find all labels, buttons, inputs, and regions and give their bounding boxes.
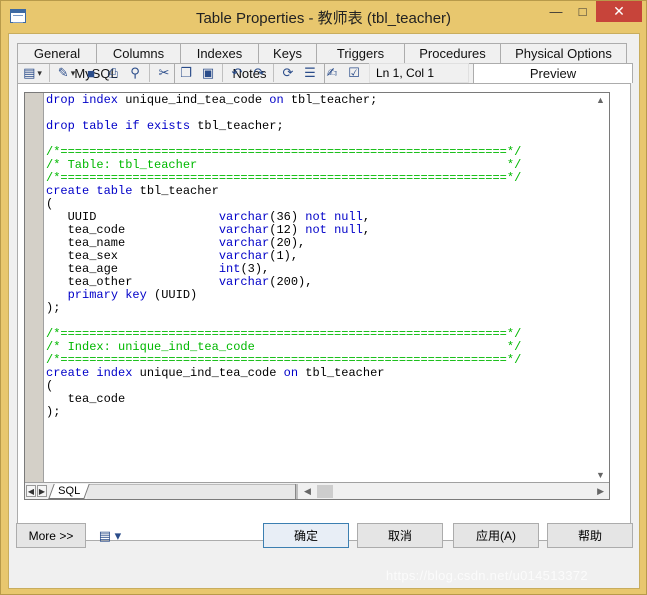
sql-sheet-tab-label: SQL xyxy=(58,484,81,497)
preview-list-icon[interactable]: ☰ xyxy=(299,62,321,84)
code-line: create index unique_ind_tea_code on tbl_… xyxy=(46,366,385,380)
sheet-next-icon[interactable]: ▶ xyxy=(37,485,47,497)
tab-columns[interactable]: Columns xyxy=(96,43,181,63)
sql-code[interactable]: drop index unique_ind_tea_code on tbl_te… xyxy=(45,94,593,480)
refresh-icon[interactable]: ⟳ xyxy=(277,62,299,84)
tab-keys[interactable]: Keys xyxy=(258,43,317,63)
properties-dropdown-icon[interactable]: ▤ xyxy=(19,62,46,84)
find-icon[interactable]: ⚲ xyxy=(124,62,146,84)
tab-row-1: General Columns Indexes Keys Triggers Pr… xyxy=(17,43,627,63)
ok-button[interactable]: 确定 xyxy=(263,523,349,548)
scroll-up-icon[interactable]: ▲ xyxy=(596,95,605,105)
undo-icon[interactable]: ↶ xyxy=(226,62,248,84)
edit-script-icon[interactable]: ✍ xyxy=(321,62,343,84)
code-line: drop table if exists tbl_teacher; xyxy=(46,119,284,133)
code-line: ( xyxy=(46,379,54,393)
horizontal-scrollbar[interactable]: ◀ ▶ xyxy=(295,483,609,499)
scroll-left-icon[interactable]: ◀ xyxy=(304,486,311,497)
toolbar-divider xyxy=(273,64,274,82)
redo-icon[interactable]: ↷ xyxy=(248,62,270,84)
watermark: https://blog.csdn.net/u014513372 xyxy=(386,568,588,583)
check-icon[interactable]: ☑ xyxy=(343,62,365,84)
edit-dropdown-icon[interactable]: ✎ xyxy=(53,62,80,84)
copy-icon[interactable]: ❐ xyxy=(175,62,197,84)
paste-icon[interactable]: ▣ xyxy=(197,62,219,84)
scroll-thumb[interactable] xyxy=(316,484,333,498)
more-button[interactable]: More >> xyxy=(16,523,86,548)
table-properties-window: Table Properties - 教师表 (tbl_teacher) — □… xyxy=(0,0,647,595)
sheet-tab-area xyxy=(87,483,295,499)
close-button[interactable]: ✕ xyxy=(596,1,642,22)
options-dropdown-icon[interactable]: ▤ ▾ xyxy=(91,523,129,548)
sheet-prev-icon[interactable]: ◀ xyxy=(26,485,36,497)
code-line: tea_code xyxy=(46,392,126,406)
maximize-button[interactable]: □ xyxy=(569,1,596,22)
editor-gutter xyxy=(25,93,44,482)
code-line: drop index unique_ind_tea_code on tbl_te… xyxy=(46,94,378,107)
scroll-down-icon[interactable]: ▼ xyxy=(596,470,605,480)
cancel-button[interactable]: 取消 xyxy=(357,523,443,548)
vertical-scrollbar[interactable]: ▲ ▼ xyxy=(592,93,609,482)
cut-icon[interactable]: ✂ xyxy=(153,62,175,84)
minimize-button[interactable]: — xyxy=(543,1,569,22)
code-line: primary key (UUID) xyxy=(67,288,198,302)
toolbar-divider xyxy=(222,64,223,82)
tab-indexes[interactable]: Indexes xyxy=(180,43,259,63)
save-icon[interactable]: ■ xyxy=(80,62,102,84)
sql-sheet-tab[interactable]: SQL xyxy=(48,483,90,499)
scroll-splitter[interactable] xyxy=(295,483,298,499)
code-line: ); xyxy=(46,301,61,315)
tab-procedures[interactable]: Procedures xyxy=(404,43,501,63)
tab-physical-options[interactable]: Physical Options xyxy=(500,43,627,63)
apply-button[interactable]: 应用(A) xyxy=(453,523,539,548)
scroll-right-icon[interactable]: ▶ xyxy=(597,486,604,497)
editor-bottom-bar: ◀ ▶ SQL ◀ ▶ xyxy=(25,482,609,499)
code-line: ); xyxy=(46,405,61,419)
sql-preview-editor[interactable]: drop index unique_ind_tea_code on tbl_te… xyxy=(24,92,610,500)
code-line: create table tbl_teacher xyxy=(46,184,219,198)
cursor-position: Ln 1, Col 1 xyxy=(369,63,469,83)
tab-triggers[interactable]: Triggers xyxy=(316,43,405,63)
title-bar: Table Properties - 教师表 (tbl_teacher) — □… xyxy=(1,1,646,33)
help-button[interactable]: 帮助 xyxy=(547,523,633,548)
toolbar-divider xyxy=(149,64,150,82)
print-icon[interactable]: ⎙ xyxy=(102,62,124,84)
toolbar-divider xyxy=(49,64,50,82)
tab-general[interactable]: General xyxy=(17,43,97,63)
preview-toolbar: ▤ ✎ ■ ⎙ ⚲ ✂ ❐ ▣ ↶ ↷ ⟳ ☰ ✍ ☑ Ln 1, Col 1 xyxy=(19,61,611,85)
